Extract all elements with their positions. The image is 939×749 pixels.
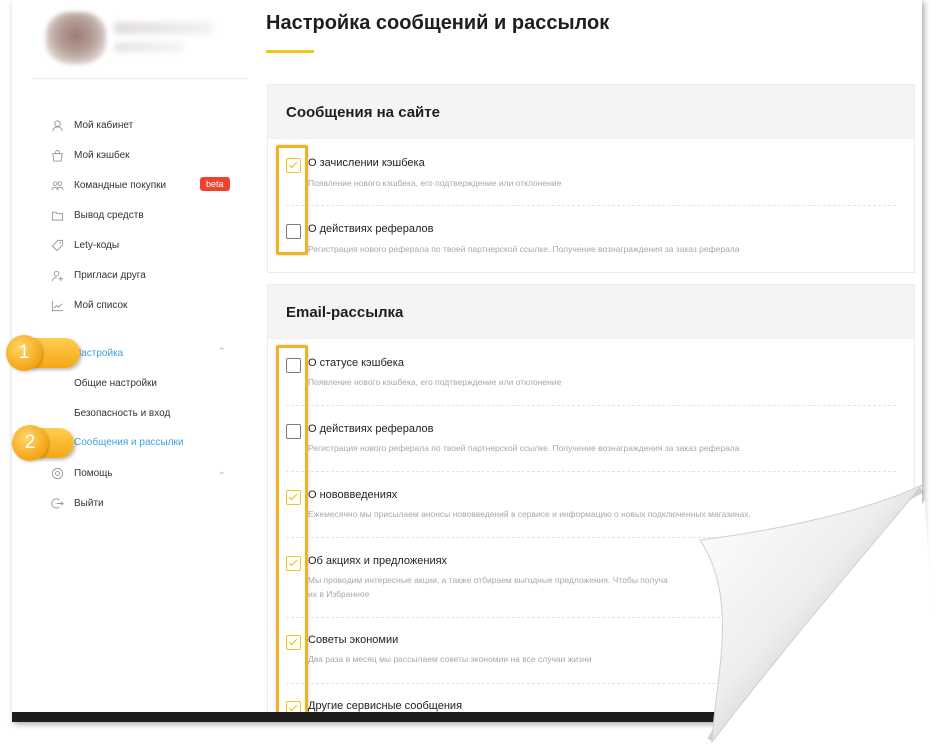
row-title: Другие сервисные сообщения bbox=[308, 700, 463, 712]
row-title: О действиях рефералов bbox=[308, 223, 434, 235]
tag-icon bbox=[50, 238, 64, 252]
sidebar-item-label: Вывод средств bbox=[74, 209, 144, 221]
sidebar-item-label: Пригласи друга bbox=[74, 269, 146, 281]
user-icon bbox=[50, 118, 64, 132]
section-site-messages: Сообщения на сайте О зачислении кэшбека … bbox=[267, 84, 915, 273]
sidebar-item-help[interactable]: Помощь bbox=[50, 463, 113, 483]
section-email: Email-рассылка О статусе кэшбека Появлен… bbox=[267, 284, 915, 722]
callout-1-badge: 1 bbox=[6, 335, 42, 371]
sidebar-item-withdraw[interactable]: Вывод средств bbox=[50, 205, 144, 225]
sidebar-item-cashback[interactable]: Мой кэшбек bbox=[50, 145, 130, 165]
section-title: Email-рассылка bbox=[268, 285, 914, 339]
sidebar-item-lety-codes[interactable]: Lety-коды bbox=[50, 235, 119, 255]
row-description-continued: их в Избранное bbox=[308, 589, 370, 599]
profile-sub-blurred bbox=[114, 42, 184, 52]
screenshot-page: Мой кабинет Мой кэшбек Командные покупки… bbox=[0, 0, 939, 749]
sidebar-item-label: Выйти bbox=[74, 497, 104, 509]
row-title: О зачислении кэшбека bbox=[308, 157, 425, 169]
row-title: О статусе кэшбека bbox=[308, 357, 404, 369]
settings-row: О статусе кэшбека Появление нового кэшбе… bbox=[286, 339, 896, 406]
sidebar-item-label: Настройка bbox=[74, 347, 124, 359]
profile-block[interactable] bbox=[32, 0, 248, 79]
settings-row: О зачислении кэшбека Появление нового кэ… bbox=[286, 139, 896, 206]
row-description: Появление нового кэшбека, его подтвержде… bbox=[308, 178, 562, 188]
lifebuoy-icon bbox=[50, 466, 64, 480]
avatar[interactable] bbox=[46, 12, 106, 64]
profile-name-blurred bbox=[114, 22, 214, 34]
sidebar-item-label: Lety-коды bbox=[74, 239, 120, 251]
highlight-email-checkboxes bbox=[276, 345, 308, 722]
settings-row: Об акциях и предложениях Мы проводим инт… bbox=[286, 537, 896, 618]
sidebar-item-invite-friend[interactable]: Пригласи друга bbox=[50, 265, 146, 285]
highlight-site-checkboxes bbox=[276, 145, 308, 255]
group-icon bbox=[50, 178, 64, 192]
bag-icon bbox=[50, 148, 64, 162]
beta-badge: beta bbox=[200, 177, 230, 191]
row-description: Мы проводим интересные акции, а также от… bbox=[308, 575, 668, 585]
row-description: Регистрация нового реферала по твоей пар… bbox=[308, 244, 740, 254]
sidebar-item-label: Командные покупки bbox=[74, 179, 167, 191]
sidebar-subitem-general[interactable]: Общие настройки bbox=[74, 374, 157, 392]
row-description: Ежемесячно мы присылаем анонсы нововведе… bbox=[308, 509, 751, 519]
footer-bar bbox=[12, 712, 922, 722]
add-user-icon bbox=[50, 268, 64, 282]
sidebar-item-label: Мой кабинет bbox=[74, 119, 134, 131]
row-title: О нововведениях bbox=[308, 489, 398, 501]
chevron-up-icon[interactable]: ⌃ bbox=[218, 346, 226, 356]
folder-icon bbox=[50, 208, 64, 222]
sidebar-item-cabinet[interactable]: Мой кабинет bbox=[50, 115, 133, 135]
sidebar-item-label: Мой список bbox=[74, 299, 128, 311]
row-description: Два раза в месяц мы рассылаем советы эко… bbox=[308, 654, 592, 664]
logout-icon bbox=[50, 496, 64, 510]
callout-2-badge: 2 bbox=[12, 425, 48, 461]
row-title: О действиях рефералов bbox=[308, 423, 434, 435]
sidebar-subitem-messages[interactable]: Сообщения и рассылки bbox=[74, 433, 184, 451]
row-title: Советы экономии bbox=[308, 634, 399, 646]
sidebar-item-label: Помощь bbox=[74, 467, 113, 479]
chart-icon bbox=[50, 298, 64, 312]
row-title: Об акциях и предложениях bbox=[308, 555, 448, 567]
sidebar-item-logout[interactable]: Выйти bbox=[50, 493, 104, 513]
settings-row: О действиях рефералов Регистрация нового… bbox=[286, 205, 896, 271]
page-title: Настройка сообщений и рассылок bbox=[266, 12, 610, 34]
sidebar-item-my-list[interactable]: Мой список bbox=[50, 295, 127, 315]
settings-row: О нововведениях Ежемесячно мы присылаем … bbox=[286, 471, 896, 538]
settings-row: О действиях рефералов Регистрация нового… bbox=[286, 405, 896, 472]
row-description: Регистрация нового реферала по твоей пар… bbox=[308, 443, 740, 453]
sidebar-subitem-security[interactable]: Безопасность и вход bbox=[74, 404, 170, 422]
title-underline bbox=[266, 50, 314, 53]
sidebar-item-label: Мой кэшбек bbox=[74, 149, 130, 161]
settings-row: Советы экономии Два раза в месяц мы расс… bbox=[286, 617, 896, 684]
settings-sheet: Мой кабинет Мой кэшбек Командные покупки… bbox=[12, 0, 922, 722]
sidebar-item-team-purchases[interactable]: Командные покупки bbox=[50, 175, 166, 195]
chevron-down-icon[interactable]: ⌄ bbox=[218, 466, 226, 476]
row-description: Появление нового кэшбека, его подтвержде… bbox=[308, 377, 562, 387]
section-title: Сообщения на сайте bbox=[268, 85, 914, 139]
